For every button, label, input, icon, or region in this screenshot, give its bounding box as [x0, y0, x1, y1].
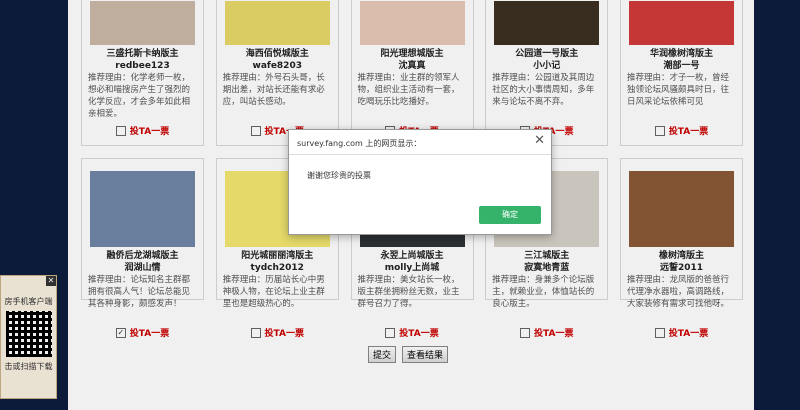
close-icon[interactable]: ✕ [534, 133, 545, 148]
dialog-message: 谢谢您珍贵的投票 [307, 171, 371, 180]
alert-dialog: survey.fang.com 上的网页显示： ✕ 谢谢您珍贵的投票 确定 [288, 129, 552, 235]
dialog-title: survey.fang.com 上的网页显示： [297, 139, 422, 148]
dialog-divider [289, 154, 551, 155]
ok-button[interactable]: 确定 [479, 206, 541, 224]
